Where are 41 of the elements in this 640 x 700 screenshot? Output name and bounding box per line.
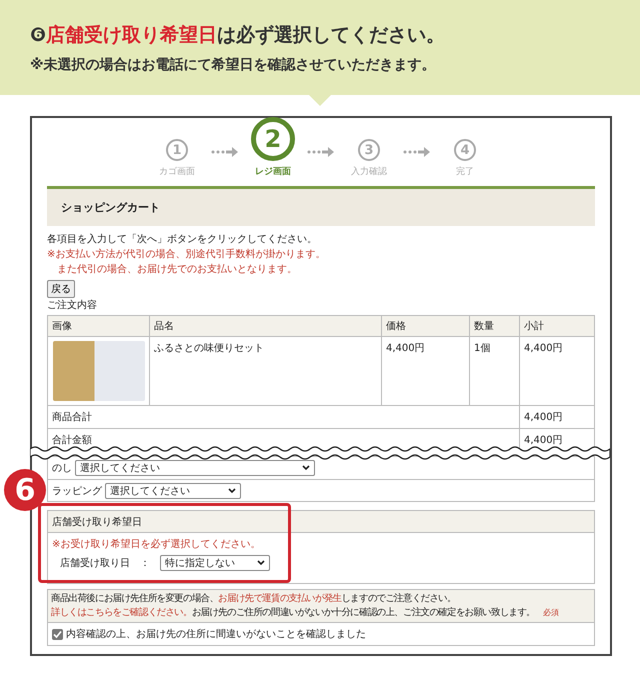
checkbox-label: 内容確認の上、お届け先の住所に間違いがないことを確認しました: [66, 628, 366, 641]
table-cell: 4,400円: [382, 336, 470, 406]
option-select[interactable]: 選択してください: [75, 460, 315, 476]
column-header: 価格: [382, 316, 470, 336]
section-title: 店舗受け取り希望日: [52, 516, 142, 528]
step-label: レジ画面: [255, 166, 291, 178]
warning-text: ※お受け取り希望日を必ず選択してください。: [52, 538, 262, 552]
table-cell: 4,400円: [520, 406, 594, 428]
table-cell: ふるさとの味便りセット: [150, 336, 382, 406]
details-link[interactable]: 詳しくはこちらをご確認ください。: [51, 607, 192, 618]
payment-note: また代引の場合、お届け先でのお支払いとなります。: [56, 262, 298, 277]
order-heading: ご注文内容: [47, 298, 98, 313]
field-label: 店舗受け取り日: [60, 556, 130, 570]
step-number: 3: [358, 139, 380, 161]
banner-title: ❻店舗受け取り希望日 は必ず選択してください。: [30, 23, 446, 48]
cart-title: ショッピングカート: [61, 200, 160, 215]
back-button[interactable]: 戻る: [47, 280, 75, 298]
step-badge: 6: [4, 469, 46, 511]
option-label: ラッピング: [52, 484, 102, 498]
table-cell: 4,400円: [520, 336, 594, 406]
separator: ：: [140, 557, 150, 570]
table-cell: 1個: [470, 336, 520, 406]
required-tag: 必須: [543, 608, 559, 617]
column-header: 画像: [48, 316, 150, 336]
instruction-text: 各項目を入力して「次へ」ボタンをクリックしてください。: [47, 232, 318, 247]
payment-note: ※お支払い方法が代引の場合、別途代引手数料が掛かります。: [47, 248, 326, 262]
pickup-date-select[interactable]: 特に指定しない: [160, 555, 270, 571]
table-cell: 商品合計: [48, 406, 520, 428]
step-label: 入力確認: [351, 166, 387, 178]
column-header: 数量: [470, 316, 520, 336]
step-label: 完了: [456, 166, 474, 178]
option-select[interactable]: 選択してください: [105, 482, 241, 498]
option-label: のし: [52, 462, 72, 475]
banner-note: ※未選択の場合はお電話にて希望日を確認させていただきます。: [30, 56, 437, 74]
step-number: 1: [166, 139, 188, 161]
step-label: カゴ画面: [159, 166, 195, 178]
step-number: 2: [251, 117, 295, 161]
step-number: 4: [454, 139, 476, 161]
column-header: 小計: [520, 316, 594, 336]
column-header: 品名: [150, 316, 382, 336]
notice-text: 商品出荷後にお届け先住所を変更の場合、お届け先で運賃の支払いが発生しますのでご注意ください。 詳しくはこちらをご確認ください。お届け先のご住所の間違いがないか十分に確認の上、ご注文の確定をお願い致します。 必須: [48, 590, 594, 623]
